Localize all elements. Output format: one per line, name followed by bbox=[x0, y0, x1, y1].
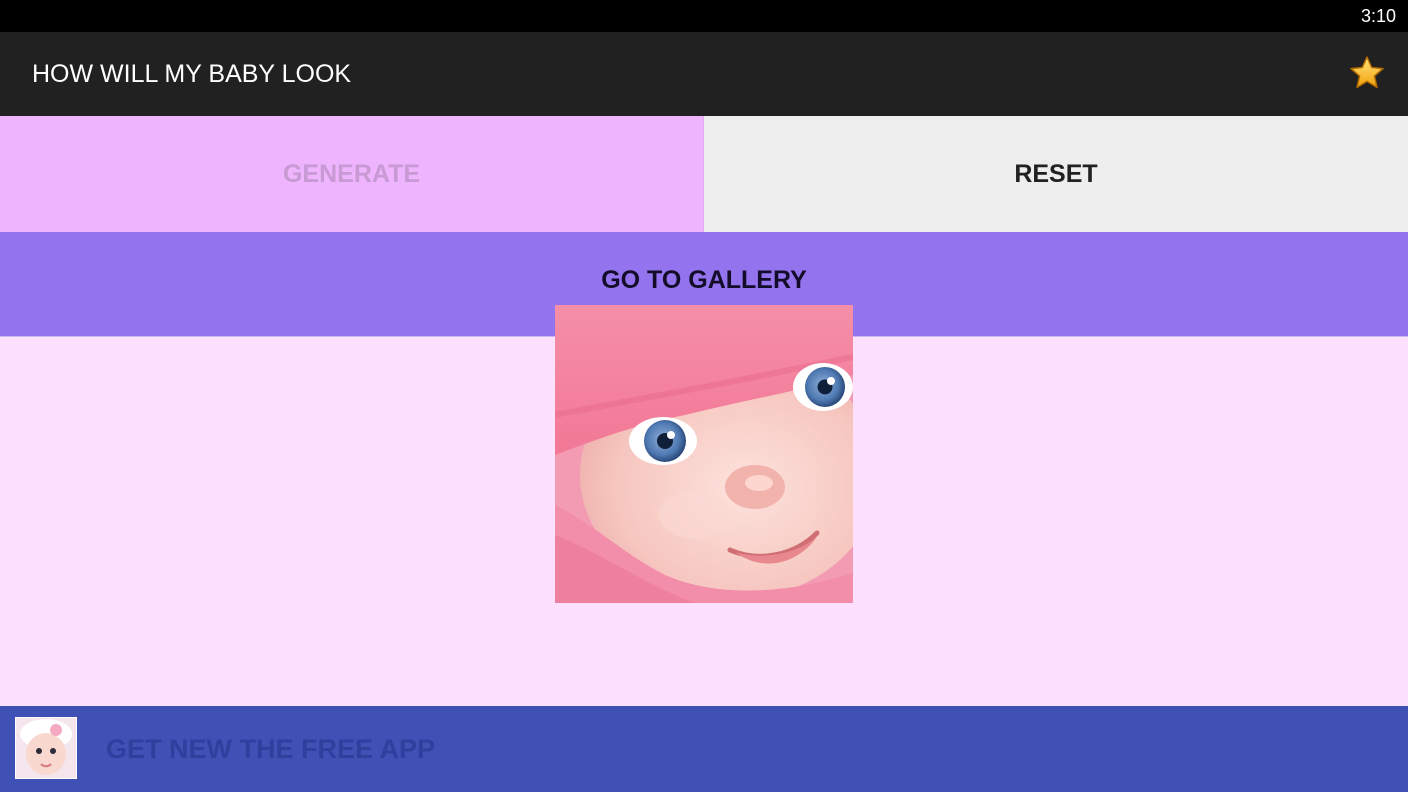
app-title: HOW WILL MY BABY LOOK bbox=[32, 60, 352, 88]
reset-button[interactable]: RESET bbox=[704, 116, 1408, 232]
baby-app-icon bbox=[15, 717, 77, 779]
generate-button[interactable]: GENERATE bbox=[0, 116, 704, 232]
baby-photo[interactable] bbox=[554, 305, 880, 603]
app-bar: HOW WILL MY BABY LOOK bbox=[0, 32, 1408, 116]
baby-photo-image bbox=[554, 305, 880, 603]
status-time: 3:10 bbox=[1360, 6, 1396, 26]
rate-button[interactable] bbox=[1348, 54, 1386, 92]
star-icon bbox=[1350, 56, 1384, 89]
action-button-row: GENERATE RESET bbox=[0, 116, 1408, 232]
ad-text: GET NEW THE FREE APP bbox=[106, 734, 436, 764]
status-bar: 3:10 bbox=[0, 0, 1408, 32]
ad-banner[interactable]: GET NEW THE FREE APP bbox=[0, 706, 1408, 792]
